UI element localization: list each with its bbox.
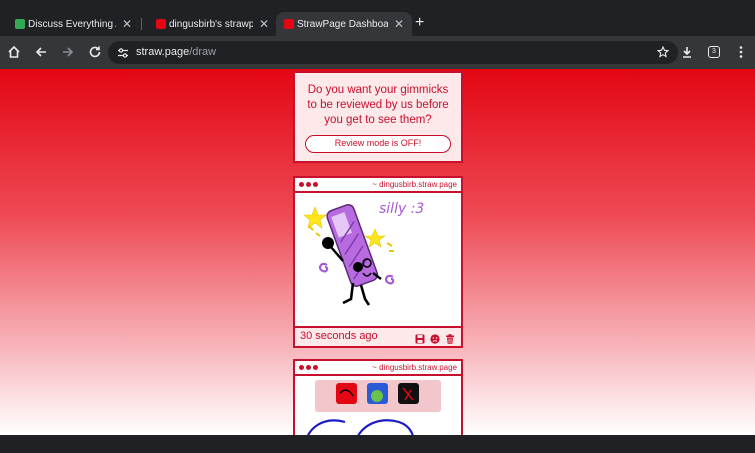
drawing-card: ~ dingusbirb.straw.page (293, 176, 463, 348)
back-icon[interactable] (31, 42, 51, 62)
tab-strip: Discuss Everything About B ✕ dingusbirb'… (0, 0, 755, 36)
url-path: /draw (189, 46, 217, 58)
new-tab-button[interactable]: + (415, 14, 424, 32)
favicon-icon (284, 19, 294, 29)
card-header: ~ dingusbirb.straw.page (295, 361, 461, 376)
card-time: 30 seconds ago (300, 330, 378, 342)
drawing-image: silly :3 (303, 201, 424, 306)
site-settings-icon[interactable] (117, 46, 129, 58)
page-content: Do you want your gimmicks to be reviewed… (0, 69, 755, 435)
forward-icon[interactable] (58, 42, 78, 62)
close-tab-icon[interactable]: ✕ (259, 17, 269, 31)
drawing-card: ~ dingusbirb.straw.page (293, 359, 463, 435)
review-question: Do you want your gimmicks to be reviewed… (307, 84, 449, 126)
tab-dingusbirb[interactable]: dingusbirb's strawpage ✕ (141, 12, 277, 36)
drawing-image (307, 380, 441, 435)
menu-icon[interactable] (731, 42, 751, 62)
tab-count-button[interactable]: 3 (704, 42, 724, 62)
tab-discuss[interactable]: Discuss Everything About B ✕ (0, 12, 140, 36)
favicon-icon (156, 19, 166, 29)
close-tab-icon[interactable]: ✕ (394, 17, 404, 31)
card-footer: 30 seconds ago (295, 326, 461, 346)
address-bar[interactable]: straw.page/draw (108, 41, 678, 64)
url-text: straw.page/draw (136, 46, 216, 58)
frown-face-icon[interactable] (430, 331, 440, 344)
drawing-text: silly :3 (379, 201, 424, 217)
card-host[interactable]: ~ dingusbirb.straw.page (372, 180, 457, 189)
review-mode-toggle-button[interactable]: Review mode is OFF! (305, 135, 451, 153)
favicon-icon (15, 19, 25, 29)
tab-count: 3 (708, 46, 720, 58)
trash-icon[interactable] (445, 331, 455, 344)
bookmark-star-icon[interactable] (653, 42, 673, 62)
close-tab-icon[interactable]: ✕ (122, 17, 132, 31)
tab-title: dingusbirb's strawpage (169, 18, 253, 30)
tab-strawpage-dashboard[interactable]: StrawPage Dashboard ✕ (276, 12, 412, 36)
home-icon[interactable] (4, 42, 24, 62)
tab-title: StrawPage Dashboard (297, 18, 388, 30)
card-host[interactable]: ~ dingusbirb.straw.page (372, 363, 457, 372)
card-dots (299, 182, 318, 187)
browser-toolbar: straw.page/draw 3 (0, 36, 755, 69)
save-icon[interactable] (415, 331, 425, 344)
review-settings-box: Do you want your gimmicks to be reviewed… (293, 71, 463, 163)
bottom-bar (0, 435, 755, 453)
card-dots (299, 365, 318, 370)
tab-title: Discuss Everything About B (28, 18, 116, 30)
reload-icon[interactable] (85, 42, 105, 62)
download-icon[interactable] (677, 42, 697, 62)
url-host: straw.page (136, 46, 190, 58)
card-header: ~ dingusbirb.straw.page (295, 178, 461, 193)
